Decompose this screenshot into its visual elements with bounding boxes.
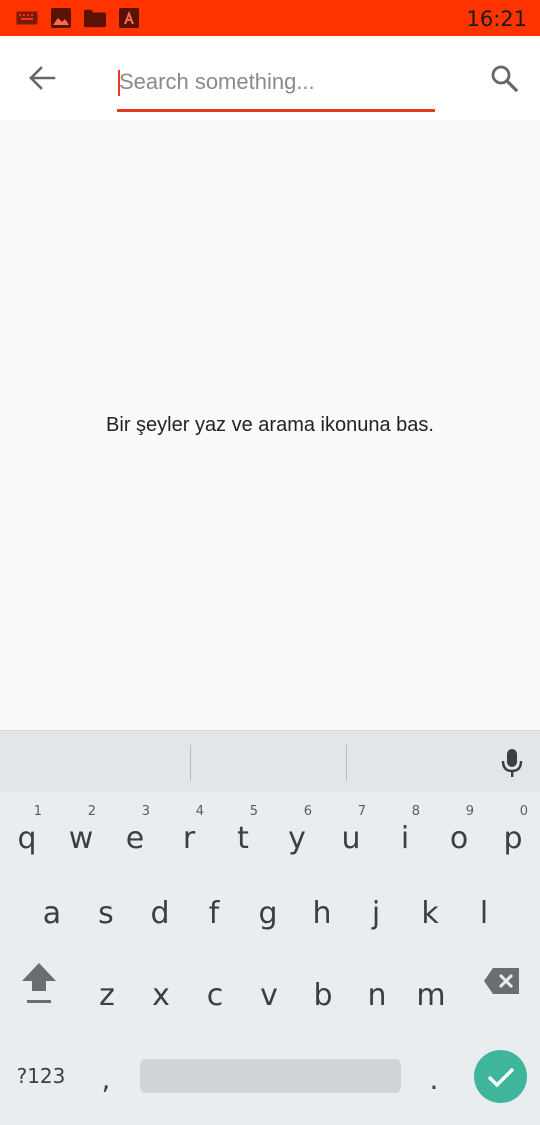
key-h[interactable]: h [295,878,349,948]
shift-icon [22,963,56,1003]
pdf-app-icon [118,8,140,28]
key-l[interactable]: l [457,878,511,948]
search-field[interactable] [117,56,435,112]
key-m[interactable]: m [404,960,458,1030]
folder-icon [84,8,106,28]
key-x[interactable]: x [134,960,188,1030]
key-letter: h [312,895,332,931]
space-bar[interactable] [140,1059,401,1093]
key-letter: q [17,820,37,856]
key-r[interactable]: 4r [162,796,216,866]
key-d[interactable]: d [133,878,187,948]
key-z[interactable]: z [80,960,134,1030]
status-bar: 16:21 [0,0,540,36]
key-letter: k [421,895,439,931]
key-letter: l [479,895,489,931]
key-letter: p [503,820,523,856]
key-s[interactable]: s [79,878,133,948]
key-number-hint: 9 [465,804,474,819]
status-time: 16:21 [466,7,527,31]
key-letter: r [182,820,196,856]
key-letter: f [208,895,220,931]
key-k[interactable]: k [403,878,457,948]
key-number-hint: 2 [87,804,96,819]
key-letter: n [367,977,387,1013]
checkmark-icon [487,1067,514,1087]
backspace-key[interactable] [480,958,524,1004]
key-number-hint: 8 [411,804,420,819]
shift-key[interactable] [14,955,64,1011]
suggestion-divider [190,745,191,781]
key-letter: g [258,895,278,931]
keyboard-icon [16,8,38,28]
key-number-hint: 3 [141,804,150,819]
key-number-hint: 4 [195,804,204,819]
back-button[interactable] [22,60,62,96]
symbols-key[interactable]: ?123 [8,1058,74,1094]
key-letter: t [237,820,249,856]
text-cursor [118,70,120,96]
search-icon [491,65,518,92]
key-g[interactable]: g [241,878,295,948]
key-number-hint: 0 [519,804,528,819]
search-app-bar [0,36,540,120]
key-v[interactable]: v [242,960,296,1030]
key-letter: z [99,977,115,1013]
key-j[interactable]: j [349,878,403,948]
back-arrow-icon [29,66,56,90]
key-number-hint: 5 [249,804,258,819]
key-letter: v [260,977,278,1013]
key-letter: o [449,820,469,856]
search-button[interactable] [484,60,524,96]
key-o[interactable]: 9o [432,796,486,866]
key-letter: e [125,820,145,856]
soft-keyboard: 1q2w3e4r5t6y7u8i9o0p asdfghjkl zxcvbnm ?… [0,730,540,1125]
key-t[interactable]: 5t [216,796,270,866]
key-e[interactable]: 3e [108,796,162,866]
key-w[interactable]: 2w [54,796,108,866]
suggestion-divider [346,745,347,781]
key-letter: c [206,977,224,1013]
key-number-hint: 1 [33,804,42,819]
enter-key[interactable] [474,1050,527,1103]
key-letter: j [371,895,381,931]
key-letter: b [313,977,333,1013]
key-y[interactable]: 6y [270,796,324,866]
key-letter: u [341,820,361,856]
period-key[interactable]: . [414,1058,454,1100]
results-area: Bir şeyler yaz ve arama ikonuna bas. [0,120,540,730]
key-f[interactable]: f [187,878,241,948]
key-letter: m [416,977,446,1013]
key-p[interactable]: 0p [486,796,540,866]
key-letter: y [288,820,306,856]
search-input[interactable] [117,62,435,102]
comma-key[interactable]: , [86,1058,126,1100]
empty-state-message: Bir şeyler yaz ve arama ikonuna bas. [106,414,434,436]
key-letter: w [68,820,94,856]
key-i[interactable]: 8i [378,796,432,866]
key-letter: d [150,895,170,931]
key-u[interactable]: 7u [324,796,378,866]
key-letter: x [152,977,170,1013]
key-number-hint: 6 [303,804,312,819]
key-letter: s [98,895,114,931]
key-b[interactable]: b [296,960,350,1030]
backspace-icon [484,968,519,994]
key-a[interactable]: a [25,878,79,948]
microphone-icon[interactable] [496,745,528,781]
status-icons [16,8,140,28]
image-icon [50,8,72,28]
key-q[interactable]: 1q [0,796,54,866]
key-letter: i [400,820,410,856]
key-c[interactable]: c [188,960,242,1030]
suggestion-strip [0,730,540,792]
key-n[interactable]: n [350,960,404,1030]
key-number-hint: 7 [357,804,366,819]
key-letter: a [42,895,62,931]
